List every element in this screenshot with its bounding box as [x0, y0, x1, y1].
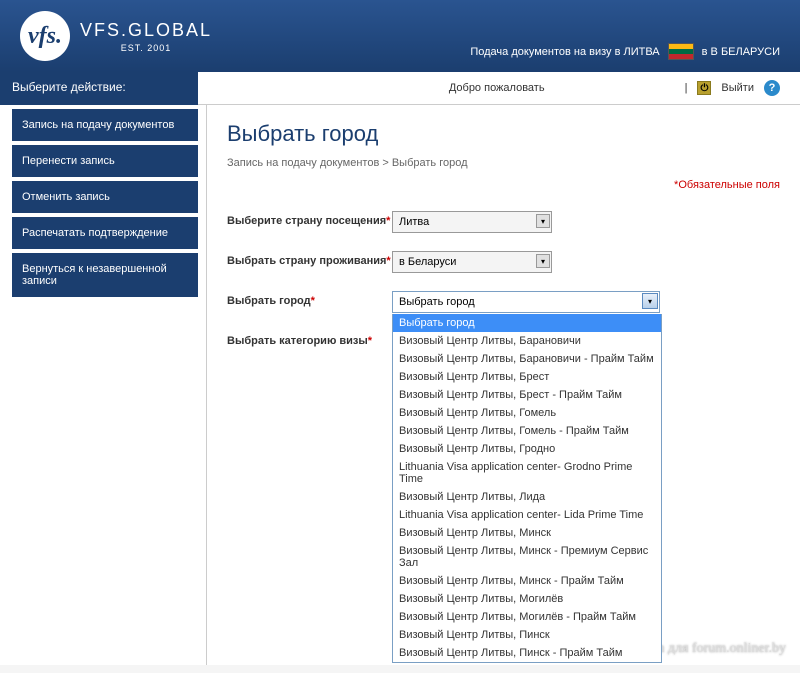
select-country-residence[interactable]: в Беларуси ▾ — [392, 251, 552, 273]
content: Выбрать город Запись на подачу документо… — [206, 105, 800, 665]
city-option[interactable]: Визовый Центр Литвы, Гродно — [393, 440, 661, 458]
label-country-visit: Выберите страну посещения* — [227, 211, 392, 227]
city-option[interactable]: Визовый Центр Литвы, Минск - Премиум Сер… — [393, 542, 661, 572]
city-option[interactable]: Визовый Центр Литвы, Могилёв - Прайм Тай… — [393, 608, 661, 626]
brand: VFS.GLOBAL EST. 2001 — [80, 20, 212, 53]
logout-icon[interactable]: ⏻ — [697, 81, 711, 95]
logo-text: vfs. — [28, 23, 62, 50]
welcome-text: Добро пожаловать — [449, 82, 545, 94]
logo-circle: vfs. — [20, 11, 70, 61]
breadcrumb: Запись на подачу документов > Выбрать го… — [227, 157, 780, 169]
brand-name: VFS.GLOBAL — [80, 20, 212, 41]
city-option[interactable]: Визовый Центр Литвы, Могилёв — [393, 590, 661, 608]
city-option[interactable]: Визовый Центр Литвы, Брест — [393, 368, 661, 386]
in-country-text: в В БЕЛАРУСИ — [702, 46, 780, 58]
city-option[interactable]: Визовый Центр Литвы, Лида — [393, 488, 661, 506]
city-option[interactable]: Визовый Центр Литвы, Барановичи - Прайм … — [393, 350, 661, 368]
header-right: Подача документов на визу в ЛИТВА в В БЕ… — [470, 43, 780, 60]
city-option[interactable]: Выбрать город — [393, 314, 661, 332]
chevron-down-icon: ▾ — [536, 254, 550, 268]
welcome-bar: Добро пожаловать | ⏻ Выйти ? — [198, 72, 800, 105]
help-icon[interactable]: ? — [764, 80, 780, 96]
label-visa-category: Выбрать категорию визы* — [227, 331, 392, 347]
city-dropdown-list: Выбрать город Визовый Центр Литвы, Баран… — [392, 314, 662, 663]
city-option[interactable]: Визовый Центр Литвы, Гомель - Прайм Тайм — [393, 422, 661, 440]
sidebar-header: Выберите действие: — [0, 72, 198, 105]
city-option[interactable]: Lithuania Visa application center- Grodn… — [393, 458, 661, 488]
city-option[interactable]: Визовый Центр Литвы, Минск - Прайм Тайм — [393, 572, 661, 590]
submit-docs-text: Подача документов на визу в ЛИТВА — [470, 46, 659, 58]
city-option[interactable]: Визовый Центр Литвы, Брест - Прайм Тайм — [393, 386, 661, 404]
city-option[interactable]: Визовый Центр Литвы, Барановичи — [393, 332, 661, 350]
required-note: Обязательные поля — [227, 179, 780, 191]
city-option[interactable]: Lithuania Visa application center- Lida … — [393, 506, 661, 524]
logout-link[interactable]: Выйти — [721, 82, 754, 94]
sidebar-item-schedule[interactable]: Запись на подачу документов — [12, 109, 198, 141]
label-country-residence: Выбрать страну проживания* — [227, 251, 392, 267]
sidebar-item-reschedule[interactable]: Перенести запись — [12, 145, 198, 177]
city-option[interactable]: Визовый Центр Литвы, Гомель — [393, 404, 661, 422]
header: vfs. VFS.GLOBAL EST. 2001 Подача докумен… — [0, 0, 800, 72]
select-city[interactable]: Выбрать город ▾ Выбрать город Визовый Це… — [392, 291, 660, 313]
brand-est: EST. 2001 — [80, 43, 212, 53]
label-city: Выбрать город* — [227, 291, 392, 307]
select-value: в Беларуси — [399, 256, 456, 268]
chevron-down-icon: ▾ — [642, 293, 658, 309]
select-value: Выбрать город — [399, 296, 475, 308]
sidebar: Запись на подачу документов Перенести за… — [0, 105, 198, 665]
sidebar-item-cancel[interactable]: Отменить запись — [12, 181, 198, 213]
city-option[interactable]: Визовый Центр Литвы, Пинск — [393, 626, 661, 644]
sidebar-item-print[interactable]: Распечатать подтверждение — [12, 217, 198, 249]
city-option[interactable]: Визовый Центр Литвы, Пинск - Прайм Тайм — [393, 644, 661, 662]
city-option[interactable]: Визовый Центр Литвы, Минск — [393, 524, 661, 542]
select-country-visit[interactable]: Литва ▾ — [392, 211, 552, 233]
chevron-down-icon: ▾ — [536, 214, 550, 228]
sidebar-item-resume[interactable]: Вернуться к незавершенной записи — [12, 253, 198, 297]
lithuania-flag-icon — [668, 43, 694, 60]
select-value: Литва — [399, 216, 429, 228]
page-title: Выбрать город — [227, 121, 780, 147]
